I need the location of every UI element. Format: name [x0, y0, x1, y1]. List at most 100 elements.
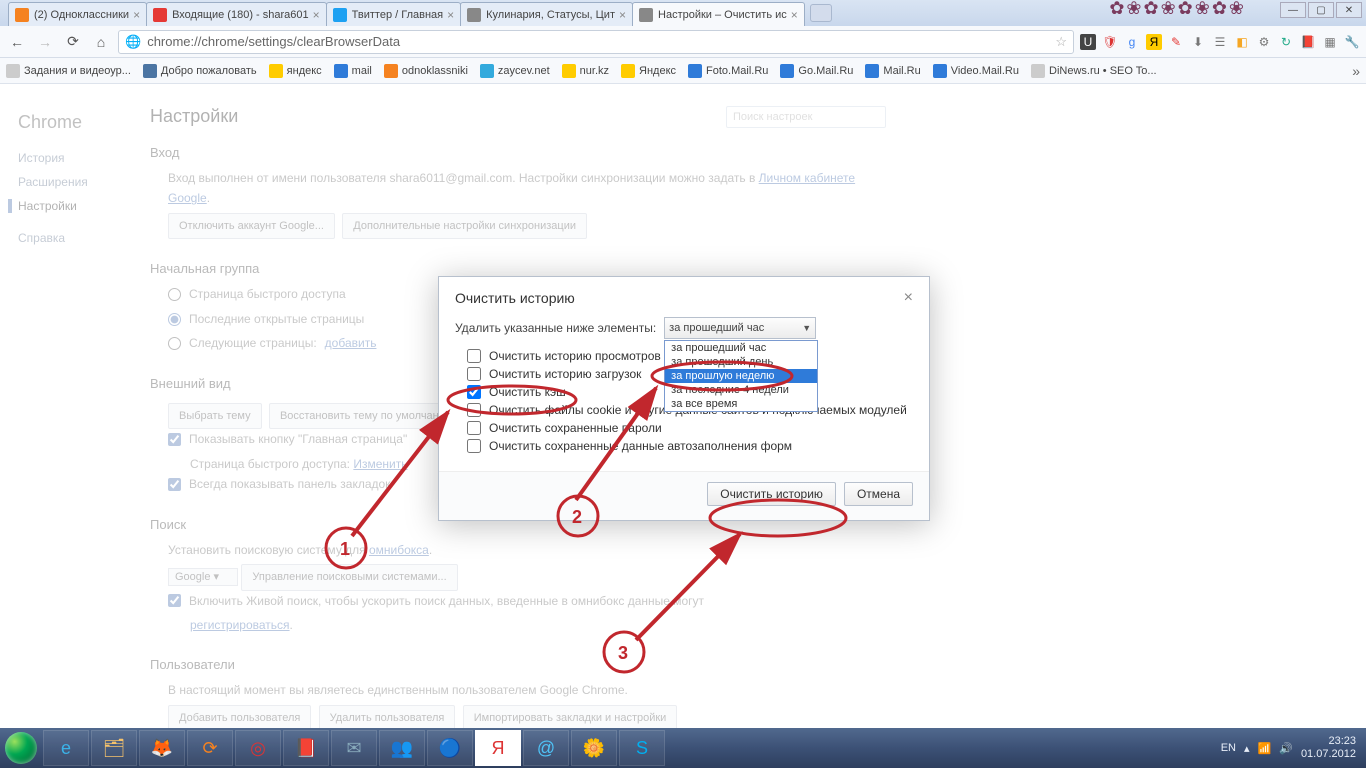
tab-title: Твиттер / Главная [352, 9, 443, 21]
taskbar-item-mailru[interactable]: @ [523, 730, 569, 766]
ext-icon[interactable]: ◧ [1234, 34, 1250, 50]
ext-icon[interactable]: U [1080, 34, 1096, 50]
dropdown-option[interactable]: за прошедший день [665, 355, 817, 369]
taskbar-item-icq[interactable]: 🌼 [571, 730, 617, 766]
window-close-icon[interactable]: ✕ [1336, 2, 1362, 18]
window-maximize-icon[interactable]: ▢ [1308, 2, 1334, 18]
extensions-area: U 🛡 g Я ✎ ⬇ ☰ ◧ ⚙ ↻ 📕 ▦ 🔧 [1080, 34, 1360, 50]
bookmark-item[interactable]: Go.Mail.Ru [780, 64, 853, 78]
ext-icon[interactable]: 🛡 [1102, 34, 1118, 50]
clear-autofill-checkbox[interactable] [467, 439, 481, 453]
tray-clock[interactable]: 23:23 01.07.2012 [1301, 735, 1356, 761]
dialog-title: Очистить историю [455, 290, 575, 306]
tab-close-icon[interactable]: × [133, 8, 140, 22]
window-minimize-icon[interactable]: — [1280, 2, 1306, 18]
dialog-close-icon[interactable]: × [904, 289, 913, 307]
reload-button[interactable]: ⟳ [62, 31, 84, 53]
ext-icon[interactable]: ▦ [1322, 34, 1338, 50]
clear-passwords-checkbox[interactable] [467, 421, 481, 435]
clear-cache-checkbox[interactable] [467, 385, 481, 399]
tray-volume-icon[interactable]: 🔊 [1279, 742, 1293, 755]
tray-show-hidden-icon[interactable]: ▴ [1244, 742, 1250, 755]
globe-icon: 🌐 [125, 34, 141, 50]
bookmark-item[interactable]: Mail.Ru [865, 64, 920, 78]
taskbar-item[interactable]: ✉ [331, 730, 377, 766]
taskbar-item-skype[interactable]: S [619, 730, 665, 766]
bookmark-item[interactable]: nur.kz [562, 64, 609, 78]
browser-tabs-bar: ✿❀✿❀✿❀✿❀ (2) Одноклассники × Входящие (18… [0, 0, 1366, 26]
clear-history-button[interactable]: Очистить историю [707, 482, 836, 506]
bookmark-item[interactable]: Video.Mail.Ru [933, 64, 1019, 78]
tab-active[interactable]: Настройки – Очистить ис× [632, 2, 805, 26]
bookmark-item[interactable]: Яндекс [621, 64, 676, 78]
tray-network-icon[interactable]: 📶 [1258, 742, 1272, 755]
bookmark-item[interactable]: яндекс [269, 64, 322, 78]
windows-taskbar: e 🗂 🦊 ⟳ ◎ 📕 ✉ 👥 🔵 Я @ 🌼 S EN ▴ 📶 🔊 23:23… [0, 728, 1366, 768]
ext-icon[interactable]: g [1124, 34, 1140, 50]
tab-title: Кулинария, Статусы, Цит [486, 9, 615, 21]
windows-orb-icon [5, 732, 37, 764]
dropdown-option-selected[interactable]: за прошлую неделю [665, 369, 817, 383]
clear-browsing-history-checkbox[interactable] [467, 349, 481, 363]
tab-close-icon[interactable]: × [791, 8, 798, 22]
bookmark-item[interactable]: odnoklassniki [384, 64, 468, 78]
ext-icon[interactable]: ⬇ [1190, 34, 1206, 50]
taskbar-item-chrome[interactable]: 🔵 [427, 730, 473, 766]
tab[interactable]: Входящие (180) - shara601 × [146, 2, 327, 26]
clear-cookies-checkbox[interactable] [467, 403, 481, 417]
clear-downloads-checkbox[interactable] [467, 367, 481, 381]
dropdown-option[interactable]: за все время [665, 397, 817, 411]
chevron-down-icon: ▼ [802, 323, 811, 333]
wrench-menu-icon[interactable]: 🔧 [1344, 34, 1360, 50]
ext-icon[interactable]: Я [1146, 34, 1162, 50]
address-bar[interactable]: 🌐 chrome://chrome/settings/clearBrowserD… [118, 30, 1074, 54]
taskbar-item-firefox[interactable]: 🦊 [139, 730, 185, 766]
dropdown-option[interactable]: за прошедший час [665, 341, 817, 355]
taskbar-item[interactable]: 📕 [283, 730, 329, 766]
start-button[interactable] [0, 728, 42, 768]
new-tab-button[interactable] [810, 4, 832, 22]
tab[interactable]: (2) Одноклассники × [8, 2, 147, 26]
ext-icon[interactable]: ↻ [1278, 34, 1294, 50]
cancel-button[interactable]: Отмена [844, 482, 913, 506]
clear-history-dialog: Очистить историю × Удалить указанные ниж… [438, 276, 930, 521]
bookmarks-bar: Задания и видеоур... Добро пожаловать ян… [0, 58, 1366, 84]
bookmarks-overflow-icon[interactable]: » [1352, 63, 1360, 79]
time-range-select[interactable]: за прошедший час▼ за прошедший час за пр… [664, 317, 816, 339]
ext-icon[interactable]: 📕 [1300, 34, 1316, 50]
ext-icon[interactable]: ☰ [1212, 34, 1228, 50]
tab-close-icon[interactable]: × [313, 8, 320, 22]
tab[interactable]: Твиттер / Главная × [326, 2, 461, 26]
time-range-dropdown: за прошедший час за прошедший день за пр… [664, 340, 818, 412]
back-button[interactable]: ← [6, 31, 28, 53]
dropdown-option[interactable]: за последние 4 недели [665, 383, 817, 397]
tab-close-icon[interactable]: × [619, 8, 626, 22]
theme-decoration: ✿❀✿❀✿❀✿❀ [1109, 0, 1246, 19]
home-button[interactable]: ⌂ [90, 31, 112, 53]
bookmark-star-icon[interactable]: ☆ [1055, 34, 1067, 50]
tab[interactable]: Кулинария, Статусы, Цит × [460, 2, 633, 26]
tab-close-icon[interactable]: × [447, 8, 454, 22]
ext-icon[interactable]: ✎ [1168, 34, 1184, 50]
nav-bar: ← → ⟳ ⌂ 🌐 chrome://chrome/settings/clear… [0, 26, 1366, 58]
bookmark-item[interactable]: DiNews.ru • SEO To... [1031, 64, 1157, 78]
bookmark-item[interactable]: Задания и видеоур... [6, 64, 131, 78]
taskbar-item[interactable]: ⟳ [187, 730, 233, 766]
forward-button[interactable]: → [34, 31, 56, 53]
tab-title: Входящие (180) - shara601 [172, 9, 309, 21]
system-tray: EN ▴ 📶 🔊 23:23 01.07.2012 [1211, 735, 1366, 761]
taskbar-item-explorer[interactable]: 🗂 [91, 730, 137, 766]
taskbar-item[interactable]: 👥 [379, 730, 425, 766]
taskbar-item-ie[interactable]: e [43, 730, 89, 766]
tray-lang[interactable]: EN [1221, 742, 1236, 754]
bookmark-item[interactable]: zaycev.net [480, 64, 550, 78]
bookmark-item[interactable]: mail [334, 64, 372, 78]
taskbar-item-yandex[interactable]: Я [475, 730, 521, 766]
tab-title: (2) Одноклассники [34, 9, 129, 21]
time-range-label: Удалить указанные ниже элементы: [455, 321, 656, 335]
ext-icon[interactable]: ⚙ [1256, 34, 1272, 50]
taskbar-item[interactable]: ◎ [235, 730, 281, 766]
bookmark-item[interactable]: Foto.Mail.Ru [688, 64, 768, 78]
bookmark-item[interactable]: Добро пожаловать [143, 64, 257, 78]
url-text: chrome://chrome/settings/clearBrowserDat… [147, 34, 400, 49]
